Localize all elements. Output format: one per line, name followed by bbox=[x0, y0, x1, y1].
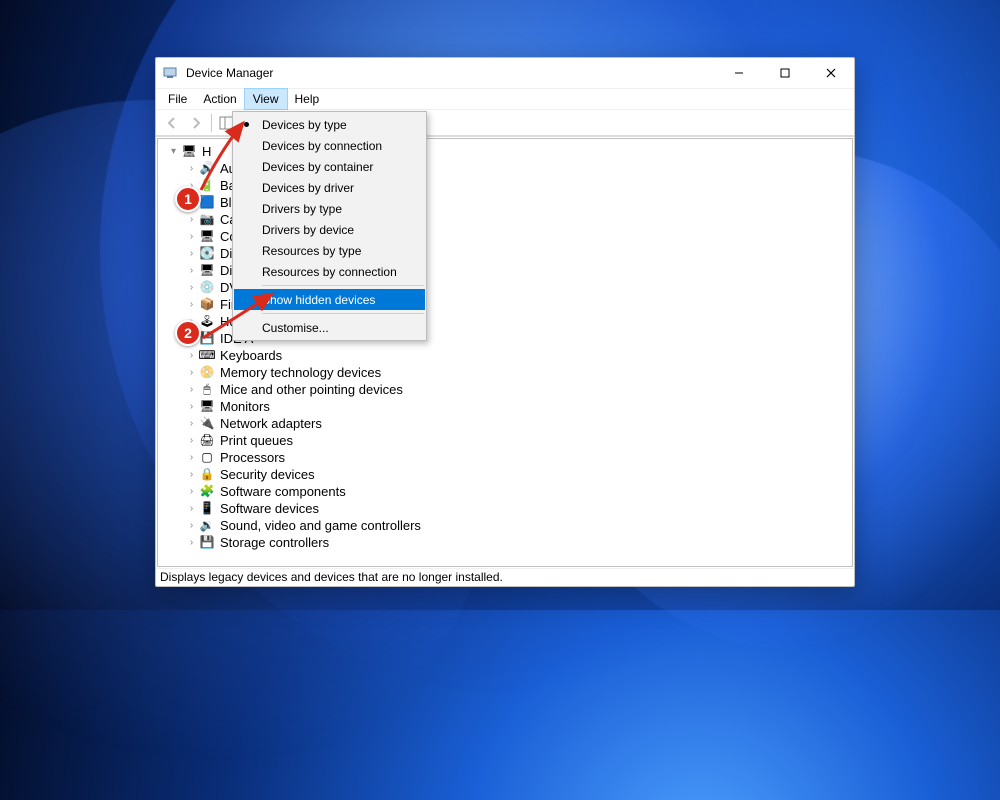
window-title: Device Manager bbox=[186, 66, 716, 80]
tree-item[interactable]: ›📱Software devices bbox=[186, 500, 850, 517]
expand-icon[interactable]: › bbox=[186, 398, 197, 415]
device-category-icon: 💽 bbox=[199, 246, 215, 262]
tree-item-label: Mice and other pointing devices bbox=[218, 381, 405, 398]
tree-item-label: Keyboards bbox=[218, 347, 284, 364]
tree-item[interactable]: ›⌨Keyboards bbox=[186, 347, 850, 364]
device-category-icon: 💾 bbox=[199, 331, 215, 347]
menu-view[interactable]: View bbox=[245, 89, 287, 109]
menu-resources-by-type[interactable]: Resources by type bbox=[234, 240, 425, 261]
device-category-icon: 📦 bbox=[199, 297, 215, 313]
menu-action[interactable]: Action bbox=[195, 89, 244, 109]
menubar: File Action View Help bbox=[156, 88, 854, 110]
device-category-icon: 🖥 bbox=[199, 263, 215, 279]
tree-item[interactable]: ›🔒Security devices bbox=[186, 466, 850, 483]
device-category-icon: ▢ bbox=[199, 450, 215, 466]
menu-resources-by-connection[interactable]: Resources by connection bbox=[234, 261, 425, 282]
menu-file[interactable]: File bbox=[160, 89, 195, 109]
tree-item-label: Network adapters bbox=[218, 415, 324, 432]
tree-item[interactable]: ›🖨Print queues bbox=[186, 432, 850, 449]
tree-item[interactable]: ›🖥Monitors bbox=[186, 398, 850, 415]
app-icon bbox=[162, 65, 178, 81]
tree-item[interactable]: ›▢Processors bbox=[186, 449, 850, 466]
minimize-button[interactable] bbox=[716, 58, 762, 88]
tree-item-label: Monitors bbox=[218, 398, 272, 415]
device-category-icon: 🖥 bbox=[199, 229, 215, 245]
tree-item-label: Processors bbox=[218, 449, 287, 466]
menu-show-hidden-devices[interactable]: Show hidden devices bbox=[234, 289, 425, 310]
expand-icon[interactable]: › bbox=[186, 449, 197, 466]
tree-item[interactable]: ›🔌Network adapters bbox=[186, 415, 850, 432]
device-category-icon: 💿 bbox=[199, 280, 215, 296]
forward-button[interactable] bbox=[184, 112, 208, 134]
device-category-icon: 🔋 bbox=[199, 178, 215, 194]
tree-item[interactable]: ›💾Storage controllers bbox=[186, 534, 850, 551]
menu-devices-by-driver[interactable]: Devices by driver bbox=[234, 177, 425, 198]
expand-icon[interactable]: › bbox=[186, 534, 197, 551]
menu-help[interactable]: Help bbox=[287, 89, 328, 109]
device-category-icon: 🖥 bbox=[199, 399, 215, 415]
device-category-icon: ⌨ bbox=[199, 348, 215, 364]
expand-icon[interactable]: › bbox=[186, 160, 197, 177]
menu-devices-by-type[interactable]: Devices by type bbox=[234, 114, 425, 135]
expand-icon[interactable]: › bbox=[186, 228, 197, 245]
menu-drivers-by-device[interactable]: Drivers by device bbox=[234, 219, 425, 240]
expand-icon[interactable]: › bbox=[186, 415, 197, 432]
tree-item-label: Software components bbox=[218, 483, 348, 500]
expand-icon[interactable]: › bbox=[186, 483, 197, 500]
device-category-icon: 🟦 bbox=[199, 195, 215, 211]
toolbar-sep bbox=[211, 114, 212, 132]
expand-icon[interactable]: › bbox=[186, 211, 197, 228]
annotation-badge-2: 2 bbox=[175, 320, 201, 346]
expand-icon[interactable]: › bbox=[186, 432, 197, 449]
maximize-button[interactable] bbox=[762, 58, 808, 88]
tree-item-label: Software devices bbox=[218, 500, 321, 517]
dropdown-sep bbox=[262, 285, 424, 286]
device-category-icon: 📷 bbox=[199, 212, 215, 228]
device-category-icon: 🔌 bbox=[199, 416, 215, 432]
titlebar[interactable]: Device Manager bbox=[156, 58, 854, 88]
device-category-icon: 📀 bbox=[199, 365, 215, 381]
expand-icon[interactable]: › bbox=[186, 364, 197, 381]
tree-item-label: Storage controllers bbox=[218, 534, 331, 551]
menu-customise[interactable]: Customise... bbox=[234, 317, 425, 338]
tree-item[interactable]: ›🧩Software components bbox=[186, 483, 850, 500]
menu-devices-by-connection[interactable]: Devices by connection bbox=[234, 135, 425, 156]
expand-icon[interactable]: › bbox=[186, 517, 197, 534]
tree-item-label: Security devices bbox=[218, 466, 317, 483]
computer-icon: 🖥 bbox=[181, 144, 197, 160]
annotation-badge-1: 1 bbox=[175, 186, 201, 212]
expand-icon[interactable]: › bbox=[186, 279, 197, 296]
device-category-icon: 🕹 bbox=[199, 314, 215, 330]
tree-item-label: Print queues bbox=[218, 432, 295, 449]
tree-item[interactable]: ›🖱Mice and other pointing devices bbox=[186, 381, 850, 398]
expand-icon[interactable]: › bbox=[186, 466, 197, 483]
device-category-icon: 🔊 bbox=[199, 161, 215, 177]
tree-item[interactable]: ›🔉Sound, video and game controllers bbox=[186, 517, 850, 534]
collapse-icon[interactable]: ▾ bbox=[168, 143, 179, 160]
device-category-icon: 📱 bbox=[199, 501, 215, 517]
expand-icon[interactable]: › bbox=[186, 347, 197, 364]
expand-icon[interactable]: › bbox=[186, 296, 197, 313]
dropdown-sep bbox=[262, 313, 424, 314]
expand-icon[interactable]: › bbox=[186, 245, 197, 262]
expand-icon[interactable]: › bbox=[186, 381, 197, 398]
close-button[interactable] bbox=[808, 58, 854, 88]
expand-icon[interactable]: › bbox=[186, 262, 197, 279]
tree-item[interactable]: ›📀Memory technology devices bbox=[186, 364, 850, 381]
status-bar: Displays legacy devices and devices that… bbox=[156, 568, 854, 586]
back-button[interactable] bbox=[160, 112, 184, 134]
tree-root-label: H bbox=[200, 143, 213, 160]
device-category-icon: 🔒 bbox=[199, 467, 215, 483]
device-category-icon: 🔉 bbox=[199, 518, 215, 534]
tree-item-label: Memory technology devices bbox=[218, 364, 383, 381]
view-dropdown: Devices by typeDevices by connectionDevi… bbox=[232, 111, 427, 341]
menu-drivers-by-type[interactable]: Drivers by type bbox=[234, 198, 425, 219]
tree-item-label: Sound, video and game controllers bbox=[218, 517, 423, 534]
device-category-icon: 🖨 bbox=[199, 433, 215, 449]
device-category-icon: 🧩 bbox=[199, 484, 215, 500]
device-category-icon: 💾 bbox=[199, 535, 215, 551]
menu-devices-by-container[interactable]: Devices by container bbox=[234, 156, 425, 177]
device-category-icon: 🖱 bbox=[199, 382, 215, 398]
expand-icon[interactable]: › bbox=[186, 500, 197, 517]
